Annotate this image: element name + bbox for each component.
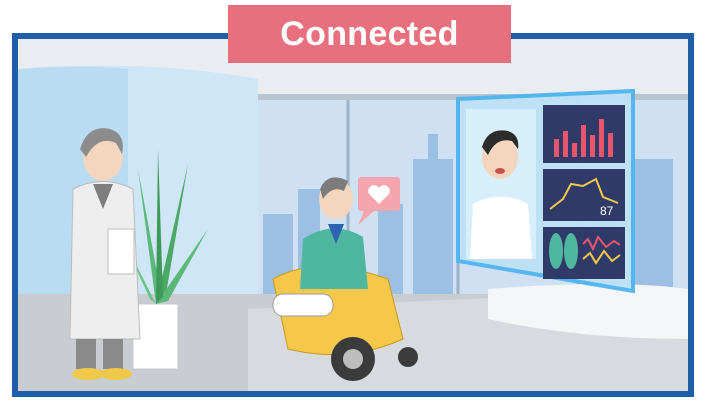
doctor-video: [466, 109, 536, 259]
status-label: Connected: [280, 14, 459, 53]
status-banner: Connected: [228, 5, 511, 63]
illustration-frame: 87: [12, 33, 694, 397]
telehealth-illustration: 87: [18, 39, 688, 391]
telehealth-screen: 87: [456, 88, 635, 294]
monitor-reading: 87: [600, 204, 614, 218]
